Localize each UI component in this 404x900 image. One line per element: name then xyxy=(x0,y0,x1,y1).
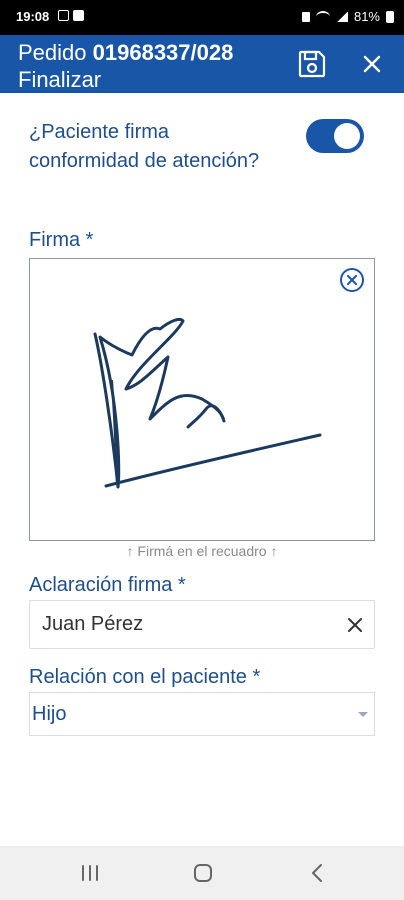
close-button[interactable] xyxy=(356,48,388,80)
clear-signature-button[interactable] xyxy=(339,267,365,293)
caret-down-icon xyxy=(358,712,368,717)
system-nav-bar xyxy=(0,846,404,900)
recent-apps-icon xyxy=(82,865,98,881)
page-subtitle: Finalizar xyxy=(18,67,102,92)
back-button[interactable] xyxy=(302,860,332,886)
clear-name-button[interactable] xyxy=(344,614,366,636)
signature-hint: ↑ Firmá en el recuadro ↑ xyxy=(126,543,278,559)
title-prefix: Pedido xyxy=(18,40,87,65)
notification-icons xyxy=(58,10,84,21)
toggle-knob xyxy=(334,123,360,149)
battery-percent: 81% xyxy=(353,9,380,24)
lock-icon xyxy=(301,11,310,22)
circle-x-icon xyxy=(340,268,364,292)
status-indicators: 81% xyxy=(301,9,394,24)
name-field[interactable] xyxy=(29,600,375,649)
signature-pad[interactable] xyxy=(29,258,375,541)
x-icon xyxy=(348,618,362,632)
save-icon xyxy=(298,50,326,78)
name-input[interactable] xyxy=(42,601,342,648)
home-icon xyxy=(194,864,212,882)
relation-select[interactable]: Hijo xyxy=(29,692,375,736)
consent-question: ¿Paciente firma conformidad de atención? xyxy=(29,121,260,172)
status-bar: 19:08 81% xyxy=(0,0,404,35)
status-time: 19:08 xyxy=(16,9,50,24)
consent-toggle[interactable] xyxy=(306,119,364,153)
notification-icon xyxy=(58,10,69,21)
signal-icon xyxy=(335,11,348,22)
wifi-icon xyxy=(315,10,330,23)
relation-label: Relación con el paciente * xyxy=(29,666,261,688)
image-icon xyxy=(73,10,84,21)
signature-label: Firma * xyxy=(29,229,94,251)
order-number: 01968337/028 xyxy=(92,40,234,65)
name-label: Aclaración firma * xyxy=(29,574,186,596)
recent-apps-button[interactable] xyxy=(75,860,105,886)
home-button[interactable] xyxy=(188,860,218,886)
app-bar: Pedido 01968337/028 Finalizar xyxy=(0,35,404,93)
close-icon xyxy=(363,55,381,73)
page-title: Pedido 01968337/028 xyxy=(18,40,233,66)
relation-value: Hijo xyxy=(32,703,67,725)
back-icon xyxy=(312,864,322,882)
signature-drawing xyxy=(93,317,322,489)
save-button[interactable] xyxy=(296,48,328,80)
battery-icon xyxy=(386,10,394,23)
